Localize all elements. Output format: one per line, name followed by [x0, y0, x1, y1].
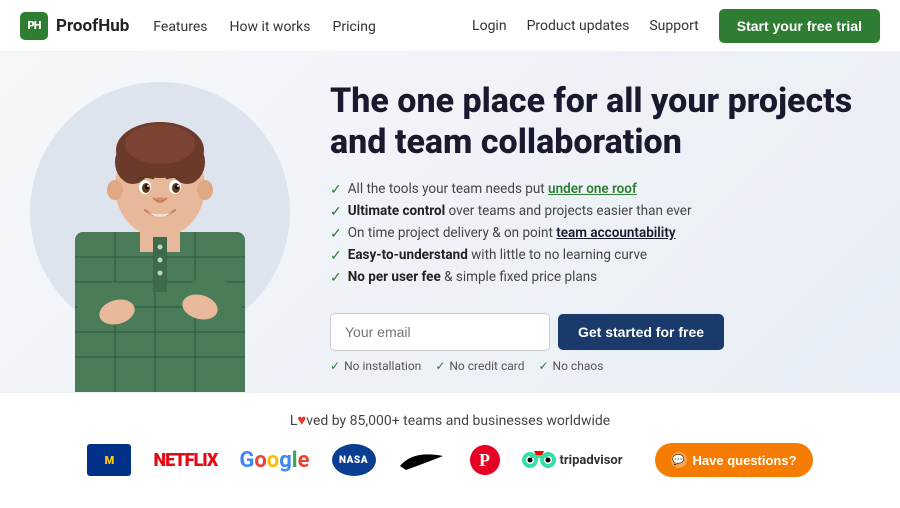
get-started-button[interactable]: Get started for free [558, 314, 724, 350]
trust-check-2: ✓ [435, 359, 445, 373]
email-input[interactable] [330, 313, 550, 351]
nav-how-it-works[interactable]: How it works [230, 19, 311, 35]
trust-badges: ✓ No installation ✓ No credit card ✓ No … [330, 359, 860, 373]
logo-nike [398, 448, 448, 472]
nav-links: Features How it works Pricing [153, 16, 376, 35]
logos-row: M NETFLIX Google NASA P [20, 443, 880, 477]
feature-list: ✓ All the tools your team needs put unde… [330, 181, 860, 291]
logo-nasa: NASA [332, 444, 376, 476]
trust-no-chaos: ✓ No chaos [538, 359, 603, 373]
hero-image-area [0, 52, 320, 392]
chat-icon: 💬 [671, 452, 687, 468]
trust-no-credit-card: ✓ No credit card [435, 359, 524, 373]
check-icon-3: ✓ [330, 226, 342, 242]
logo-pinterest: P [470, 445, 500, 475]
logo-icon: PH [20, 12, 48, 40]
loved-text: L♥ved by 85,000+ teams and businesses wo… [20, 411, 880, 429]
trust-check-3: ✓ [538, 359, 548, 373]
hero-person-image [45, 82, 275, 392]
feature-item-3: ✓ On time project delivery & on point te… [330, 225, 860, 242]
nav-features[interactable]: Features [153, 19, 207, 35]
check-icon-4: ✓ [330, 248, 342, 264]
hero-title: The one place for all your projects and … [330, 81, 860, 163]
loved-section: L♥ved by 85,000+ teams and businesses wo… [0, 392, 900, 508]
logo-text: ProofHub [56, 16, 129, 36]
nav-support[interactable]: Support [649, 18, 698, 34]
feature-item-1: ✓ All the tools your team needs put unde… [330, 181, 860, 198]
start-trial-button[interactable]: Start your free trial [719, 9, 880, 43]
logo-tripadvisor: tripadvisor [522, 449, 623, 471]
nav-login[interactable]: Login [472, 18, 507, 34]
logo-netflix: NETFLIX [153, 450, 217, 471]
hero-section: The one place for all your projects and … [0, 52, 900, 392]
hero-content: The one place for all your projects and … [320, 52, 900, 392]
nav-pricing[interactable]: Pricing [333, 19, 376, 35]
nav-product-updates[interactable]: Product updates [527, 18, 630, 34]
logo-google: Google [239, 448, 309, 473]
check-icon-1: ✓ [330, 182, 342, 198]
feature-item-4: ✓ Easy-to-understand with little to no l… [330, 247, 860, 264]
nav-right: Login Product updates Support Start your… [472, 9, 880, 43]
email-form-row: Get started for free [330, 313, 860, 351]
check-icon-2: ✓ [330, 204, 342, 220]
navbar: PH ProofHub Features How it works Pricin… [0, 0, 900, 52]
heart-icon: ♥ [297, 411, 306, 429]
feature-item-2: ✓ Ultimate control over teams and projec… [330, 203, 860, 220]
trust-no-installation: ✓ No installation [330, 359, 421, 373]
questions-button[interactable]: 💬 Have questions? [655, 443, 813, 477]
logo-area[interactable]: PH ProofHub [20, 12, 129, 40]
check-icon-5: ✓ [330, 270, 342, 286]
feature-item-5: ✓ No per user fee & simple fixed price p… [330, 269, 860, 286]
logo-michigan: M [87, 444, 131, 476]
trust-check-1: ✓ [330, 359, 340, 373]
